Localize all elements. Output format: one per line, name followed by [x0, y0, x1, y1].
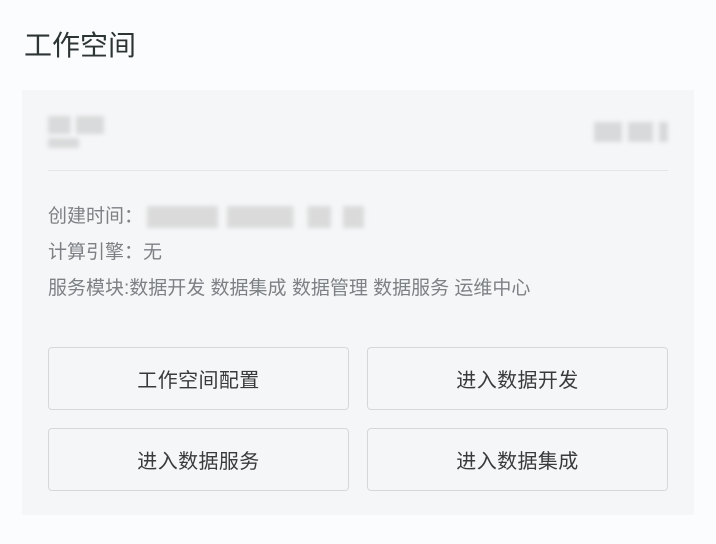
action-button-grid: 工作空间配置 进入数据开发 进入数据服务 进入数据集成 [48, 347, 668, 491]
page-title: 工作空间 [24, 24, 694, 64]
meta-label-created: 创建时间： [48, 199, 143, 235]
meta-row-modules: 服务模块: 数据开发 数据集成 数据管理 数据服务 运维中心 [48, 271, 668, 307]
meta-value-modules: 数据开发 数据集成 数据管理 数据服务 运维中心 [129, 271, 530, 307]
meta-row-engine: 计算引擎： 无 [48, 235, 668, 271]
enter-data-service-button[interactable]: 进入数据服务 [48, 428, 349, 491]
workspace-badge-redacted [594, 122, 668, 142]
meta-list: 创建时间： 计算引擎： 无 服务模块: 数据开发 数据集成 数据管理 数据服务 … [48, 199, 668, 307]
created-time-redacted [147, 206, 383, 228]
meta-label-engine: 计算引擎： [48, 235, 143, 271]
workspace-config-button[interactable]: 工作空间配置 [48, 347, 349, 410]
card-header [48, 116, 668, 171]
enter-data-integration-button[interactable]: 进入数据集成 [367, 428, 668, 491]
workspace-card: 创建时间： 计算引擎： 无 服务模块: 数据开发 数据集成 数据管理 数据服务 … [22, 90, 694, 515]
workspace-page: 工作空间 创建时间： 计算引擎： 无 服务模块: 数据开发 数据集成 数据管理 … [0, 0, 716, 537]
enter-data-dev-button[interactable]: 进入数据开发 [367, 347, 668, 410]
meta-row-created: 创建时间： [48, 199, 668, 235]
workspace-name-redacted [48, 116, 104, 148]
meta-value-engine: 无 [143, 235, 162, 271]
meta-label-modules: 服务模块: [48, 271, 129, 307]
